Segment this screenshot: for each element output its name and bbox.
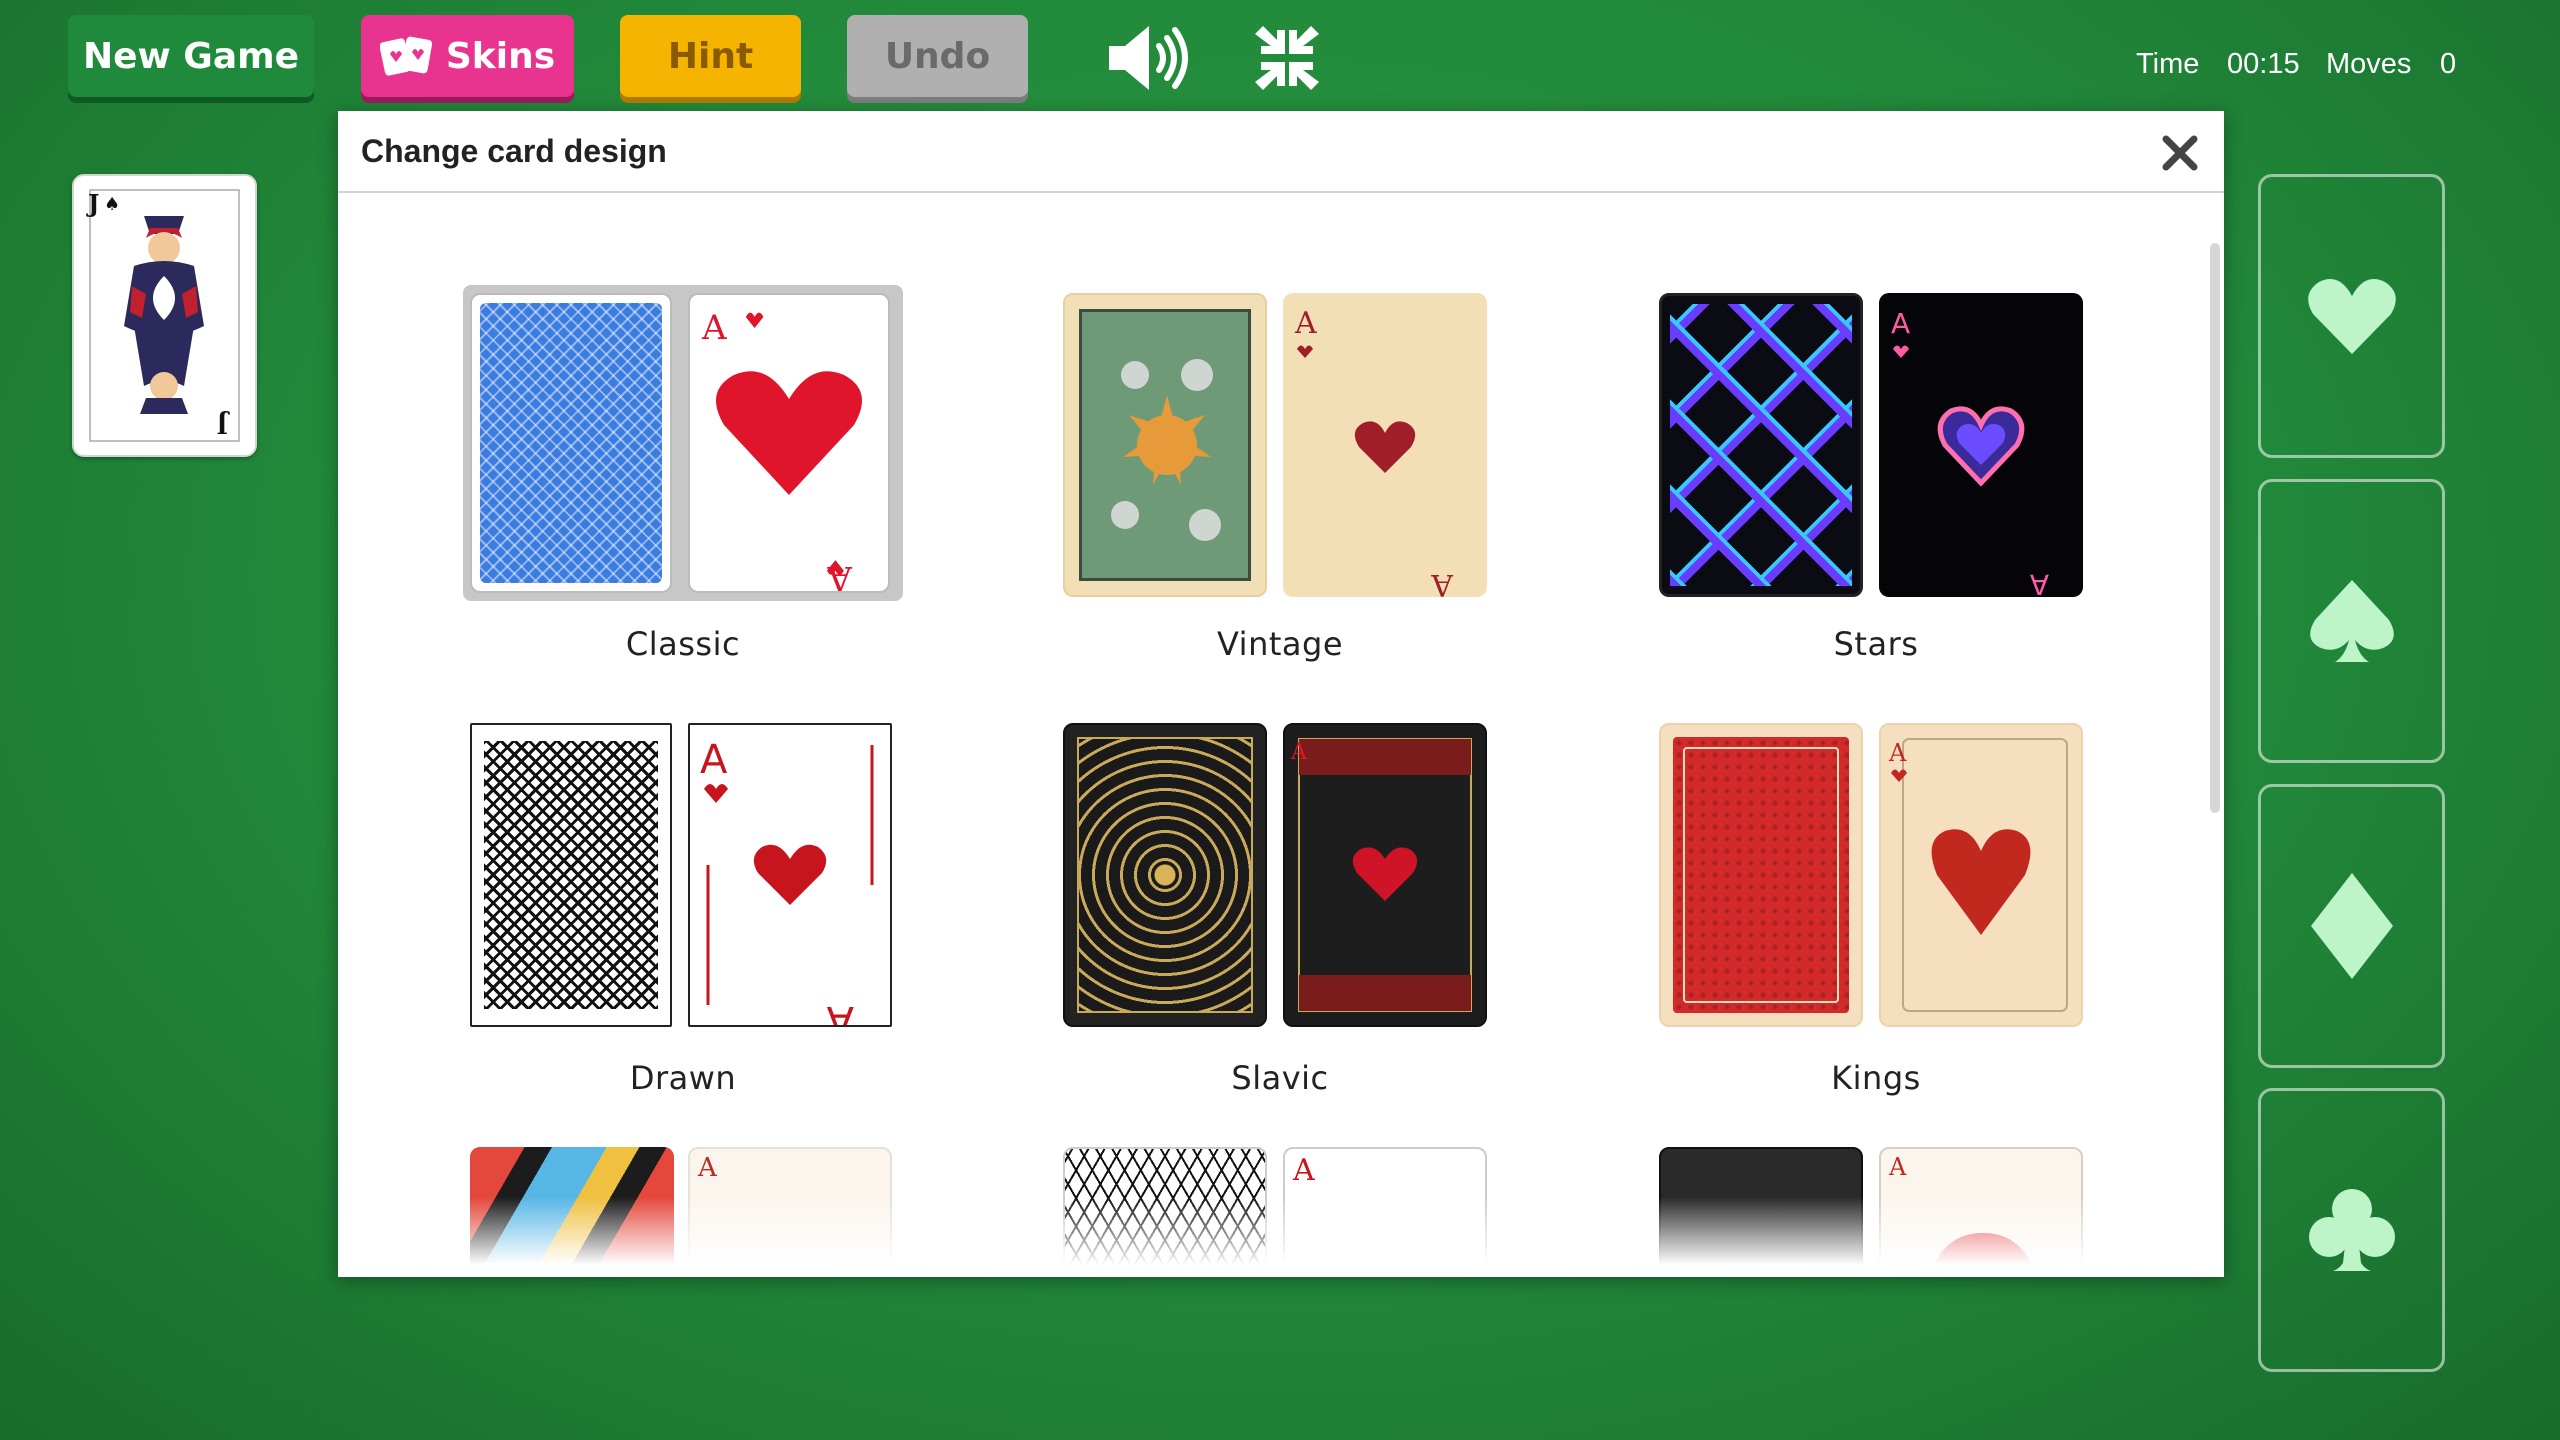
card-back bbox=[1659, 723, 1863, 1027]
svg-text:J: J bbox=[217, 410, 230, 439]
cards-icon bbox=[379, 36, 432, 76]
time-label: Time bbox=[2136, 48, 2200, 80]
card-back bbox=[1659, 293, 1863, 597]
skin-name: Drawn bbox=[629, 1059, 737, 1097]
card-front: A bbox=[1283, 723, 1487, 1027]
card-front: A bbox=[1879, 723, 2083, 1027]
foundation-clubs[interactable] bbox=[2258, 1088, 2445, 1372]
skin-name: Slavic bbox=[1231, 1059, 1329, 1097]
hint-button[interactable]: Hint bbox=[620, 15, 801, 97]
card-back bbox=[1063, 723, 1267, 1027]
card-back bbox=[1063, 293, 1267, 597]
svg-text:A: A bbox=[700, 737, 728, 783]
skin-preview: A A bbox=[463, 723, 903, 1039]
svg-text:A: A bbox=[1431, 567, 1454, 597]
skin-name: Stars bbox=[1833, 625, 1919, 663]
card-back bbox=[470, 293, 672, 593]
deck-suit: ♠ bbox=[104, 194, 120, 215]
skin-option-stars[interactable]: A A Stars bbox=[1656, 293, 2096, 663]
close-icon[interactable] bbox=[2156, 129, 2204, 177]
speaker-icon[interactable] bbox=[1105, 18, 1191, 98]
foundation-spades[interactable] bbox=[2258, 479, 2445, 763]
jack-of-spades-face: J ♠ J bbox=[86, 189, 240, 442]
skin-preview: A A bbox=[1656, 293, 2096, 609]
undo-button[interactable]: Undo bbox=[847, 15, 1028, 97]
club-icon bbox=[2308, 1189, 2395, 1271]
foundation-diamonds[interactable] bbox=[2258, 784, 2445, 1068]
skin-option-vintage[interactable]: A A Vintage bbox=[1060, 293, 1500, 663]
skin-preview: A bbox=[1656, 723, 2096, 1039]
card-front: A A bbox=[1283, 293, 1487, 597]
card-front: A A bbox=[688, 723, 892, 1027]
dialog-header: Change card design bbox=[338, 111, 2224, 193]
svg-text:A: A bbox=[1891, 307, 1910, 340]
dialog-title: Change card design bbox=[361, 133, 667, 169]
diamond-icon bbox=[2310, 873, 2393, 979]
time-value: 00:15 bbox=[2227, 48, 2300, 80]
stock-card[interactable]: J ♠ J bbox=[72, 174, 257, 457]
scroll-fade bbox=[338, 1197, 2224, 1277]
skin-option-classic[interactable]: A A Classic bbox=[463, 285, 903, 663]
skin-option-slavic[interactable]: A Slavic bbox=[1060, 723, 1500, 1097]
svg-text:A: A bbox=[701, 308, 727, 348]
skin-preview: A bbox=[1060, 723, 1500, 1039]
new-game-button[interactable]: New Game bbox=[68, 15, 314, 97]
foundation-hearts[interactable] bbox=[2258, 174, 2445, 458]
svg-text:A: A bbox=[1294, 306, 1317, 341]
heart-icon bbox=[2307, 279, 2396, 354]
svg-text:A: A bbox=[1290, 740, 1308, 765]
skin-name: Classic bbox=[625, 625, 741, 663]
card-front: A A bbox=[688, 293, 890, 593]
skins-button[interactable]: Skins bbox=[361, 15, 574, 97]
change-card-design-dialog: Change card design A A Classic bbox=[338, 111, 2224, 1277]
skins-label: Skins bbox=[445, 35, 556, 77]
skin-name: Vintage bbox=[1216, 625, 1343, 663]
svg-text:A: A bbox=[2030, 568, 2049, 597]
svg-text:A: A bbox=[1888, 739, 1907, 767]
deck-rank: J bbox=[86, 189, 99, 218]
card-front: A A bbox=[1879, 293, 2083, 597]
card-back bbox=[470, 723, 672, 1027]
collapse-icon[interactable] bbox=[1251, 22, 1323, 94]
skin-name: Kings bbox=[1831, 1059, 1921, 1097]
moves-label: Moves bbox=[2326, 48, 2412, 80]
svg-text:A: A bbox=[826, 997, 854, 1025]
dialog-scrollbar[interactable] bbox=[2210, 243, 2220, 813]
skin-preview: A A bbox=[463, 285, 903, 601]
moves-value: 0 bbox=[2440, 48, 2457, 80]
skin-option-drawn[interactable]: A A Drawn bbox=[463, 723, 903, 1097]
spade-icon bbox=[2309, 580, 2394, 662]
skin-preview: A A bbox=[1060, 293, 1500, 609]
skin-option-kings[interactable]: A Kings bbox=[1656, 723, 2096, 1097]
